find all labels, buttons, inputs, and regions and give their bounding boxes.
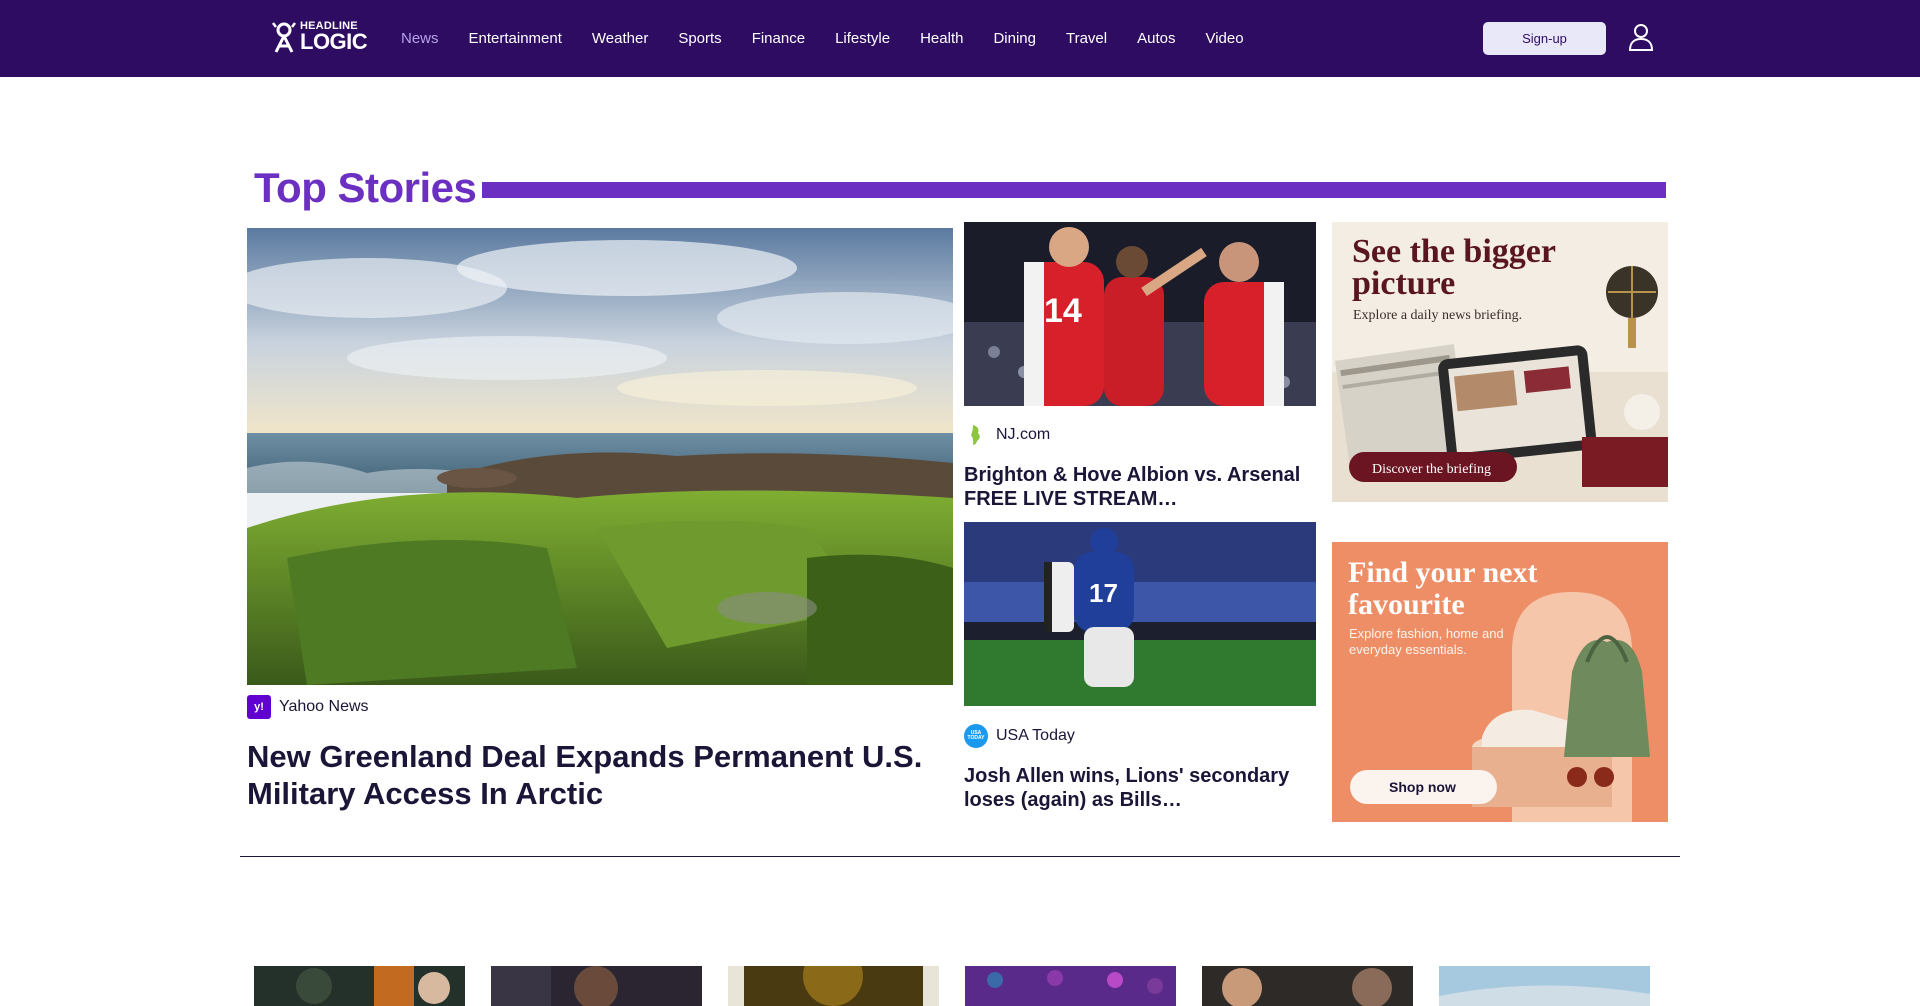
top-navigation-bar: HEADLINE LOGIC News Entertainment Weathe… xyxy=(0,0,1920,77)
nav-item-entertainment[interactable]: Entertainment xyxy=(469,30,562,47)
nav-item-weather[interactable]: Weather xyxy=(592,30,648,47)
headline-logic-logo[interactable]: HEADLINE LOGIC xyxy=(272,20,368,54)
side-story-2-headline[interactable]: Josh Allen wins, Lions' secondary loses … xyxy=(964,764,1314,812)
ad-briefing[interactable]: See the bigger picture Explore a daily n… xyxy=(1332,222,1668,502)
main-story-image[interactable] xyxy=(247,228,953,685)
user-icon[interactable] xyxy=(1629,23,1653,51)
main-story-headline[interactable]: New Greenland Deal Expands Permanent U.S… xyxy=(247,738,927,812)
thumbnail[interactable] xyxy=(1202,966,1413,1006)
section-title-rule xyxy=(482,182,1666,198)
main-story-source-name: Yahoo News xyxy=(279,698,369,715)
side-story-1-source-name: NJ.com xyxy=(996,426,1051,443)
usa-today-logo-icon: USA TODAY xyxy=(964,724,988,748)
thumbnail[interactable] xyxy=(728,966,939,1006)
nav-item-autos[interactable]: Autos xyxy=(1137,30,1175,47)
side-story-1-source[interactable]: NJ.com xyxy=(964,423,1050,447)
nav-item-health[interactable]: Health xyxy=(920,30,963,47)
ad-shopping[interactable]: Find your next favourite Explore fashion… xyxy=(1332,542,1668,822)
logo-mark-icon xyxy=(272,22,296,53)
ad-1-title-line-2: picture xyxy=(1352,265,1455,302)
ad-2-subtitle-line-1: Explore fashion, home and xyxy=(1349,626,1504,641)
nav-item-video[interactable]: Video xyxy=(1205,30,1243,47)
section-divider xyxy=(240,856,1680,857)
ad-1-cta[interactable]: Discover the briefing xyxy=(1372,462,1491,477)
thumbnail[interactable] xyxy=(254,966,465,1006)
ad-2-cta[interactable]: Shop now xyxy=(1389,779,1456,795)
section-title: Top Stories xyxy=(254,164,477,211)
main-story-source[interactable]: y! Yahoo News xyxy=(247,695,369,719)
logo-text: HEADLINE LOGIC xyxy=(300,21,368,54)
side-story-2-image[interactable]: 17 xyxy=(964,522,1316,706)
nav-item-news[interactable]: News xyxy=(401,30,439,47)
ad-2-title-line-2: favourite xyxy=(1348,588,1465,621)
main-nav: News Entertainment Weather Sports Financ… xyxy=(401,0,1274,77)
side-story-1-image[interactable]: 14 xyxy=(964,222,1316,406)
side-story-1-headline[interactable]: Brighton & Hove Albion vs. Arsenal FREE … xyxy=(964,463,1314,511)
thumbnail[interactable] xyxy=(1439,966,1650,1006)
thumbnail[interactable] xyxy=(965,966,1176,1006)
logo-big-text: LOGIC xyxy=(300,29,368,54)
nav-item-travel[interactable]: Travel xyxy=(1066,30,1107,47)
signup-button[interactable]: Sign-up xyxy=(1483,22,1606,55)
ad-2-title-line-1: Find your next xyxy=(1348,556,1537,589)
side-story-2-jersey-number: 17 xyxy=(1089,578,1118,608)
side-story-1-jersey-number: 14 xyxy=(1044,292,1082,330)
thumbnail[interactable] xyxy=(491,966,702,1006)
ad-1-subtitle: Explore a daily news briefing. xyxy=(1353,308,1522,323)
nav-item-sports[interactable]: Sports xyxy=(678,30,721,47)
yahoo-news-logo-icon: y! xyxy=(247,695,271,719)
side-story-2-source[interactable]: USA TODAY USA Today xyxy=(964,724,1075,748)
nav-item-dining[interactable]: Dining xyxy=(993,30,1036,47)
more-stories-row xyxy=(254,966,1650,1006)
ad-2-subtitle-line-2: everyday essentials. xyxy=(1349,642,1467,657)
nj-com-logo-icon xyxy=(971,425,980,445)
nav-item-lifestyle[interactable]: Lifestyle xyxy=(835,30,890,47)
side-story-2-source-name: USA Today xyxy=(996,727,1075,744)
nav-item-finance[interactable]: Finance xyxy=(752,30,805,47)
